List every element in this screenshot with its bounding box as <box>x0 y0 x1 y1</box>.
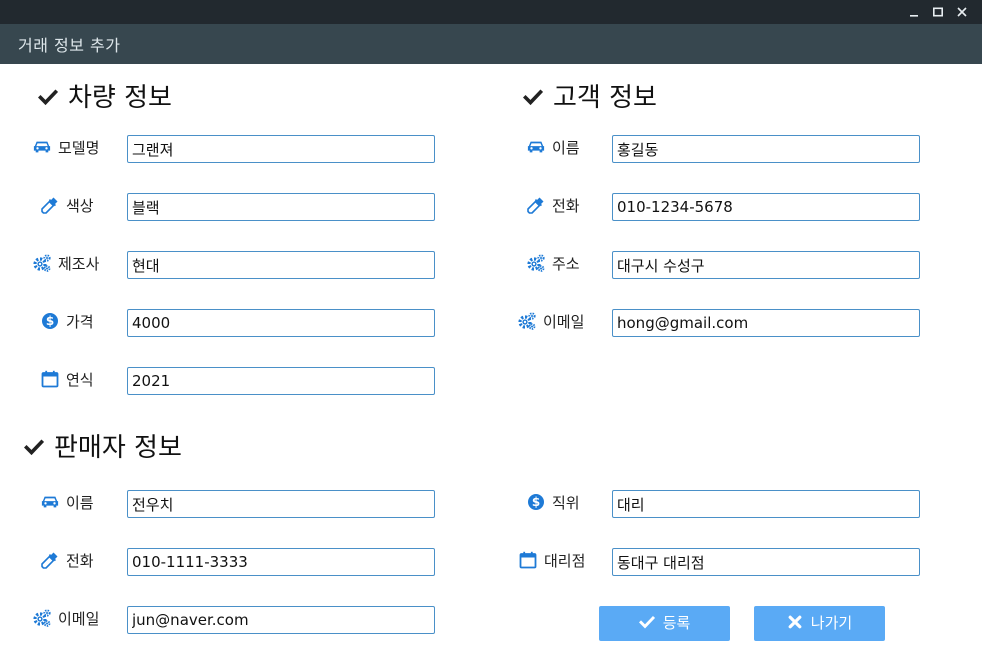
seller-email-label: 이메일 <box>33 605 99 633</box>
dialog-header: 거래 정보 추가 <box>0 24 982 64</box>
year-input[interactable] <box>127 367 435 395</box>
price-input[interactable] <box>127 309 435 337</box>
close-button[interactable] <box>950 0 974 24</box>
register-button[interactable]: 등록 <box>599 606 730 641</box>
car-icon <box>41 493 59 511</box>
customer-email-label: 이메일 <box>518 308 584 336</box>
gears-icon <box>518 312 536 330</box>
minimize-button[interactable] <box>902 0 926 24</box>
color-label-text: 색상 <box>66 197 94 215</box>
vehicle-section-label: 차량 정보 <box>68 83 172 113</box>
seller-position-label: 직위 <box>527 489 580 517</box>
calendar-icon <box>519 551 537 569</box>
customer-email-label-text: 이메일 <box>543 313 585 331</box>
car-icon <box>527 138 545 156</box>
car-icon <box>33 138 51 156</box>
color-label: 색상 <box>41 192 94 220</box>
year-label: 연식 <box>41 366 94 394</box>
dialog-title: 거래 정보 추가 <box>18 36 121 55</box>
price-label-text: 가격 <box>66 313 94 331</box>
customer-name-input[interactable] <box>612 135 920 163</box>
seller-section-label: 판매자 정보 <box>54 433 182 463</box>
maker-label-text: 제조사 <box>58 255 100 273</box>
customer-email-input[interactable] <box>612 309 920 337</box>
seller-phone-label: 전화 <box>41 547 94 575</box>
window-titlebar[interactable] <box>0 0 982 24</box>
customer-section-title: 고객 정보 <box>523 80 657 116</box>
model-label-text: 모델명 <box>58 139 100 157</box>
customer-phone-label: 전화 <box>527 192 580 220</box>
close-icon <box>957 7 967 17</box>
model-label: 모델명 <box>33 134 99 162</box>
seller-branch-label: 대리점 <box>519 547 585 575</box>
customer-phone-label-text: 전화 <box>552 197 580 215</box>
eyedropper-icon <box>527 196 545 214</box>
color-input[interactable] <box>127 193 435 221</box>
seller-position-input[interactable] <box>612 490 920 518</box>
check-icon <box>38 87 58 107</box>
seller-name-label: 이름 <box>41 489 94 517</box>
customer-section-label: 고객 정보 <box>553 83 657 113</box>
seller-name-label-text: 이름 <box>66 494 94 512</box>
maximize-icon <box>932 7 943 17</box>
maker-input[interactable] <box>127 251 435 279</box>
seller-branch-input[interactable] <box>612 548 920 576</box>
customer-address-label: 주소 <box>527 250 580 278</box>
customer-phone-input[interactable] <box>612 193 920 221</box>
eyedropper-icon <box>41 551 59 569</box>
dollar-icon <box>527 493 545 511</box>
maximize-button[interactable] <box>926 0 950 24</box>
gears-icon <box>33 254 51 272</box>
customer-address-input[interactable] <box>612 251 920 279</box>
gears-icon <box>33 609 51 627</box>
exit-button[interactable]: 나가기 <box>754 606 885 641</box>
seller-branch-label-text: 대리점 <box>544 552 586 570</box>
dollar-icon <box>41 312 59 330</box>
eyedropper-icon <box>41 196 59 214</box>
x-icon <box>787 614 803 630</box>
customer-name-label-text: 이름 <box>552 139 580 157</box>
maker-label: 제조사 <box>33 250 99 278</box>
seller-name-input[interactable] <box>127 490 435 518</box>
register-button-label: 등록 <box>662 614 691 632</box>
check-icon <box>24 437 44 457</box>
gears-icon <box>527 254 545 272</box>
seller-phone-input[interactable] <box>127 548 435 576</box>
seller-phone-label-text: 전화 <box>66 552 94 570</box>
form-content: 차량 정보 모델명 색상 제조사 가격 연식 고객 정보 이름 전화 주소 이메… <box>0 64 982 670</box>
check-icon <box>639 614 655 630</box>
price-label: 가격 <box>41 308 94 336</box>
seller-position-label-text: 직위 <box>552 494 580 512</box>
vehicle-section-title: 차량 정보 <box>38 80 172 116</box>
check-icon <box>523 87 543 107</box>
customer-name-label: 이름 <box>527 134 580 162</box>
seller-section-title: 판매자 정보 <box>24 430 182 466</box>
model-input[interactable] <box>127 135 435 163</box>
minimize-icon <box>910 15 918 17</box>
customer-address-label-text: 주소 <box>552 255 580 273</box>
exit-button-label: 나가기 <box>810 614 853 632</box>
year-label-text: 연식 <box>66 371 94 389</box>
seller-email-label-text: 이메일 <box>58 610 100 628</box>
calendar-icon <box>41 370 59 388</box>
seller-email-input[interactable] <box>127 606 435 634</box>
